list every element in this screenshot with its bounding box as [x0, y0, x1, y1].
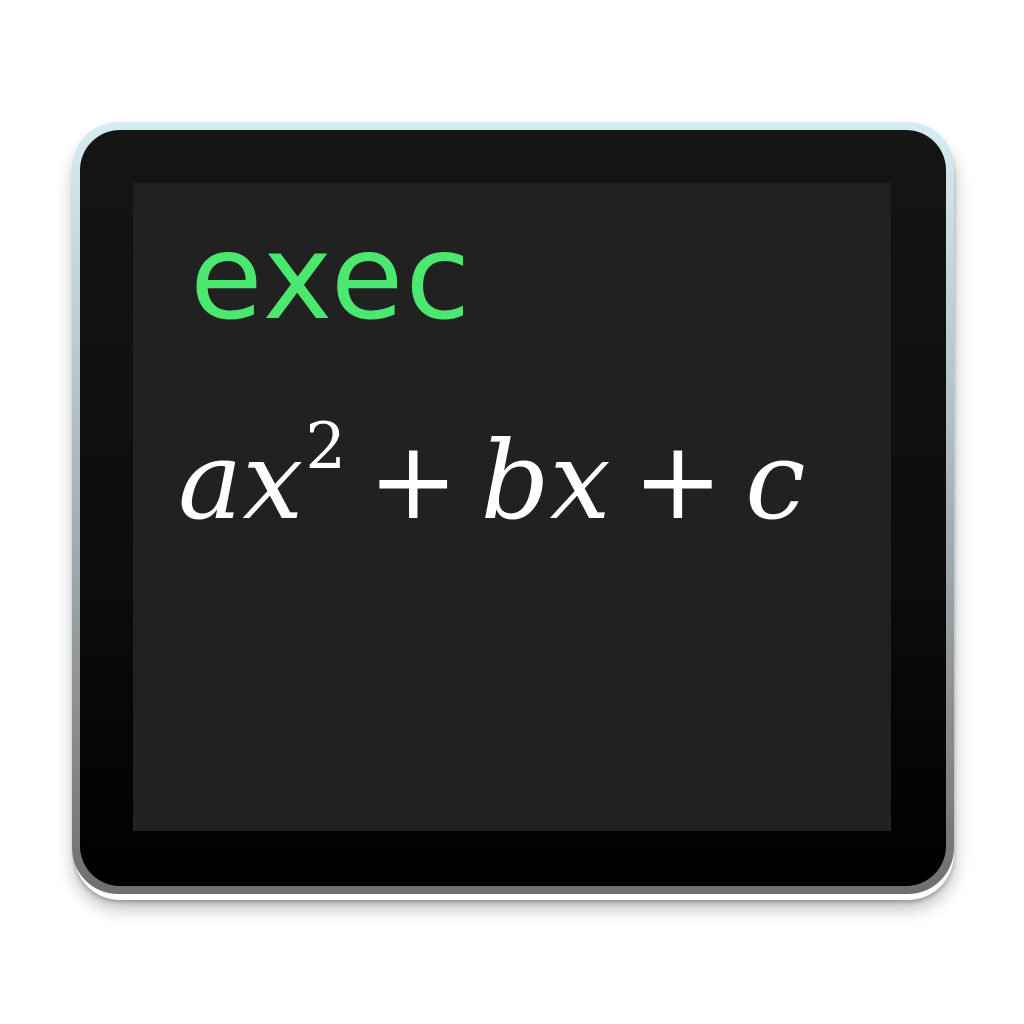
formula-coefficient-b: b — [480, 419, 550, 544]
formula-constant-c: c — [745, 419, 806, 544]
formula-plus-2: + — [632, 419, 724, 544]
formula-exponent: 2 — [305, 410, 347, 484]
formula-coefficient-a: a — [178, 419, 243, 544]
app-icon: exec ax2 + bx + c — [0, 0, 1024, 1024]
quadratic-formula: ax2 + bx + c — [178, 415, 806, 536]
formula-plus-1: + — [368, 419, 459, 544]
formula-variable-x: x — [242, 419, 304, 544]
command-text: exec — [190, 208, 473, 346]
formula-variable-x-2: x — [549, 419, 611, 544]
